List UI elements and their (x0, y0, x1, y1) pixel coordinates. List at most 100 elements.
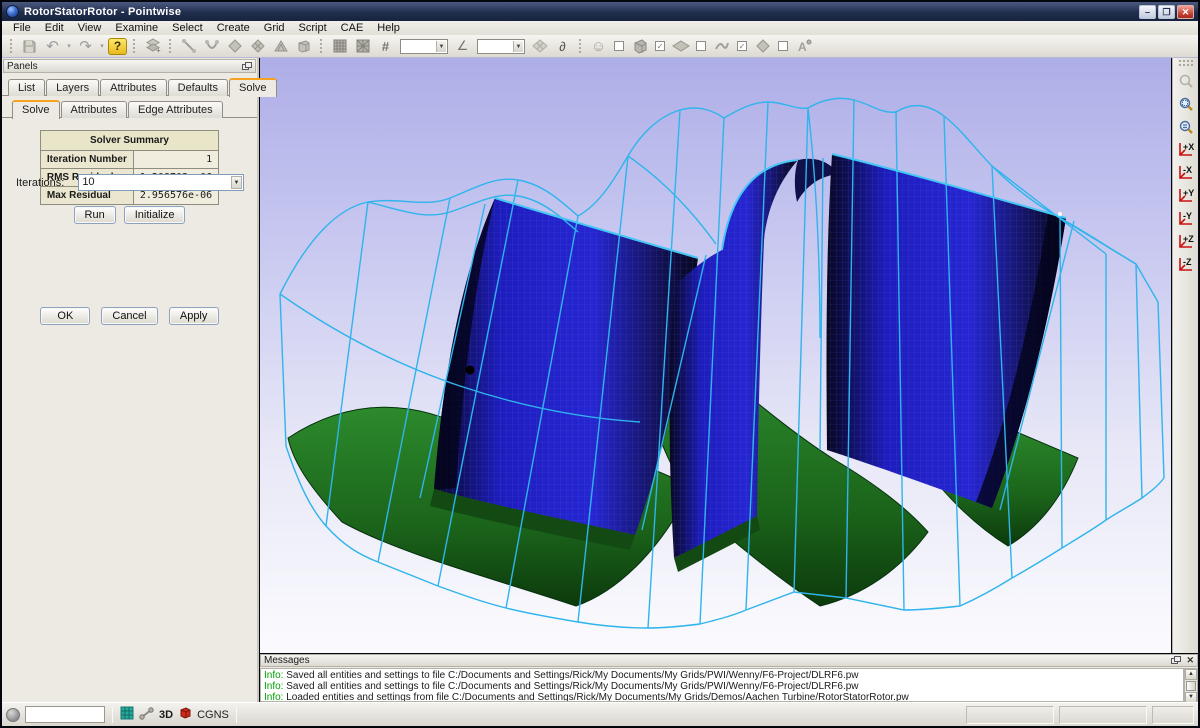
save-icon[interactable] (19, 37, 40, 56)
create-connector-icon[interactable] (178, 37, 199, 56)
window-title: RotorStatorRotor - Pointwise (24, 6, 181, 18)
subtab-attributes[interactable]: Attributes (61, 101, 127, 118)
show-connectors-icon[interactable] (711, 37, 732, 56)
zoom-to-fit-icon[interactable] (1175, 93, 1196, 114)
redo-dropdown-icon[interactable]: ▾ (98, 37, 106, 56)
tab-defaults[interactable]: Defaults (168, 79, 228, 96)
cancel-button[interactable]: Cancel (101, 307, 157, 325)
menu-bar: File Edit View Examine Select Create Gri… (2, 21, 1198, 35)
restore-button[interactable]: ❐ (1158, 5, 1175, 19)
status-indicator-icon (6, 708, 20, 722)
menu-script[interactable]: Script (292, 21, 334, 35)
menu-file[interactable]: File (6, 21, 38, 35)
redo-icon[interactable]: ↷ (75, 37, 96, 56)
subtab-solve[interactable]: Solve (12, 100, 60, 119)
3d-viewport[interactable] (260, 58, 1171, 653)
row-label: Iteration Number (40, 151, 133, 169)
scroll-up-icon[interactable]: ▲ (1185, 669, 1197, 680)
ok-button[interactable]: OK (40, 307, 90, 325)
menu-edit[interactable]: Edit (38, 21, 71, 35)
create-block-icon[interactable] (293, 37, 314, 56)
grid-mode-icon (120, 706, 134, 723)
messages-log[interactable]: Info: Saved all entities and settings to… (260, 668, 1184, 702)
grid-point-marker[interactable] (466, 366, 475, 375)
iterations-combo[interactable]: 10 ▼ (78, 174, 244, 191)
initialize-button[interactable]: Initialize (124, 206, 186, 224)
menu-create[interactable]: Create (210, 21, 257, 35)
cae-format-label: CGNS (197, 709, 229, 721)
structured-grid-icon[interactable] (329, 37, 350, 56)
extrude-icon[interactable] (270, 37, 291, 56)
blocks-visibility-checkbox[interactable]: ✓ (655, 41, 665, 51)
angle-combo[interactable]: ▼ (477, 39, 525, 54)
show-blocks-icon[interactable] (629, 37, 650, 56)
menu-view[interactable]: View (71, 21, 109, 35)
tab-layers[interactable]: Layers (46, 79, 99, 96)
messages-title-bar: Messages ✕ (260, 654, 1198, 667)
show-sources-icon[interactable] (752, 37, 773, 56)
view-plus-z-button[interactable]: +Z (1175, 231, 1196, 252)
messages-scrollbar[interactable]: ▲ ▼ (1184, 668, 1198, 702)
domains-visibility-checkbox[interactable] (696, 41, 706, 51)
menu-select[interactable]: Select (165, 21, 210, 35)
toolbar-grip[interactable] (168, 38, 173, 54)
zoom-actual-icon[interactable] (1175, 116, 1196, 137)
layers-icon[interactable]: + (142, 37, 163, 56)
create-curve-icon[interactable] (201, 37, 222, 56)
unstructured-grid-icon[interactable] (352, 37, 373, 56)
menu-examine[interactable]: Examine (108, 21, 165, 35)
svg-text:+Z: +Z (1183, 234, 1194, 244)
dimension-combo[interactable]: ▼ (400, 39, 448, 54)
solve-domain-icon[interactable] (529, 37, 550, 56)
create-domain-icon[interactable] (224, 37, 245, 56)
svg-text:-Y: -Y (1183, 211, 1192, 221)
menu-help[interactable]: Help (370, 21, 407, 35)
view-minus-x-button[interactable]: -X (1175, 162, 1196, 183)
zoom-icon[interactable] (1175, 70, 1196, 91)
svg-text:-X: -X (1183, 165, 1192, 175)
sources-visibility-checkbox[interactable] (778, 41, 788, 51)
angle-icon: ∠ (452, 37, 473, 56)
show-spacings-icon[interactable]: A (793, 37, 814, 56)
svg-text:+Y: +Y (1183, 188, 1194, 198)
toolbar-grip[interactable] (578, 38, 583, 54)
chevron-down-icon[interactable]: ▼ (513, 41, 523, 52)
status-section (1152, 706, 1194, 724)
undo-icon[interactable]: ↶ (42, 37, 63, 56)
toolbar-grip[interactable] (1179, 60, 1193, 66)
boundary-condition-icon[interactable]: ∂ (552, 37, 573, 56)
chevron-down-icon[interactable]: ▼ (231, 176, 242, 189)
apply-button[interactable]: Apply (169, 307, 219, 325)
close-panel-icon[interactable]: ✕ (1186, 655, 1194, 666)
show-domains-icon[interactable] (670, 37, 691, 56)
float-panel-icon[interactable] (1171, 656, 1181, 665)
minimize-button[interactable]: – (1139, 5, 1156, 19)
view-plus-x-button[interactable]: +X (1175, 139, 1196, 160)
menu-grid[interactable]: Grid (257, 21, 292, 35)
main-toolbar: ↶ ▾ ↷ ▾ ? + # ▼ ∠ ▼ ∂ ☺ (2, 35, 1198, 58)
run-button[interactable]: Run (74, 206, 116, 224)
view-minus-y-button[interactable]: -Y (1175, 208, 1196, 229)
show-database-icon[interactable]: ☺ (588, 37, 609, 56)
close-button[interactable]: ✕ (1177, 5, 1194, 19)
log-line: Info: Loaded entities and settings from … (264, 692, 1180, 702)
view-plus-y-button[interactable]: +Y (1175, 185, 1196, 206)
float-panel-icon[interactable] (242, 62, 252, 71)
dimension-icon: # (375, 37, 396, 56)
undo-dropdown-icon[interactable]: ▾ (65, 37, 73, 56)
database-visibility-checkbox[interactable] (614, 41, 624, 51)
tab-attributes[interactable]: Attributes (100, 79, 166, 96)
help-icon[interactable]: ? (108, 38, 127, 55)
view-minus-z-button[interactable]: -Z (1175, 254, 1196, 275)
connectors-visibility-checkbox[interactable]: ✓ (737, 41, 747, 51)
menu-cae[interactable]: CAE (334, 21, 371, 35)
tab-list[interactable]: List (8, 79, 45, 96)
chevron-down-icon[interactable]: ▼ (436, 41, 446, 52)
toolbar-grip[interactable] (9, 38, 14, 54)
scrollbar-thumb[interactable] (1186, 681, 1196, 691)
toolbar-grip[interactable] (319, 38, 324, 54)
assemble-domain-icon[interactable] (247, 37, 268, 56)
subtab-edge-attributes[interactable]: Edge Attributes (128, 101, 223, 118)
toolbar-grip[interactable] (132, 38, 137, 54)
tab-solve[interactable]: Solve (229, 78, 277, 97)
